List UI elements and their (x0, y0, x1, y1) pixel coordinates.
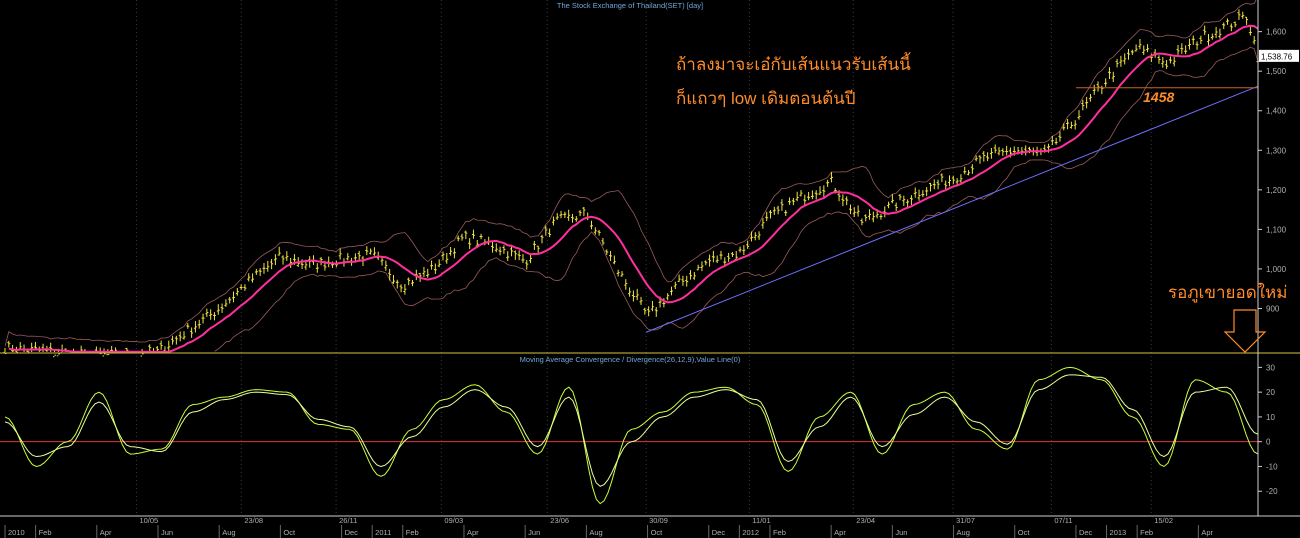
price-tick-label: 1,600 (1266, 28, 1287, 37)
x-month-label: Aug (222, 528, 235, 537)
x-month-label: Oct (651, 528, 664, 537)
x-month-label: Aug (589, 528, 602, 537)
macd-tick-label: 30 (1266, 363, 1275, 372)
x-month-label: Dec (712, 528, 726, 537)
x-month-label: Oct (1018, 528, 1031, 537)
x-month-label: 2013 (1110, 528, 1127, 537)
x-month-label: Dec (345, 528, 359, 537)
x-month-label: Feb (1140, 528, 1153, 537)
price-tick-label: 1,000 (1266, 265, 1287, 274)
macd-tick-label: -10 (1266, 462, 1278, 471)
moving-average (8, 24, 1259, 353)
price-chart-title: The Stock Exchange of Thailand(SET) [day… (557, 1, 703, 10)
x-month-label: Feb (773, 528, 786, 537)
macd-signal-line (4, 374, 1259, 487)
chart-canvas: 900 1,000 1,100 1,200 1,300 1,400 1,500 1,600 -2… (0, 0, 1300, 538)
x-marker-label: 26/11 (339, 516, 357, 525)
x-marker-label: 23/08 (244, 516, 263, 525)
price-tick-label: 1,500 (1266, 67, 1287, 76)
x-marker-label: 23/06 (550, 516, 569, 525)
x-month-label: Apr (100, 528, 112, 537)
x-month-label: Feb (406, 528, 419, 537)
axes: 900 1,000 1,100 1,200 1,300 1,400 1,500 1,600 -2… (0, 0, 1300, 538)
annotation-new-peak: รอภูเขายอดใหม่ (1168, 282, 1287, 303)
x-marker-label: 09/03 (444, 516, 463, 525)
x-month-label: Dec (1079, 528, 1093, 537)
x-marker-label: 30/09 (649, 516, 668, 525)
support-level-label: 1458 (1143, 89, 1174, 105)
x-marker-label: 07/11 (1054, 516, 1072, 525)
x-month-label: 2011 (375, 528, 391, 537)
x-month-label: Apr (834, 528, 846, 537)
support-trendline (645, 85, 1259, 333)
macd-tick-label: -20 (1266, 487, 1278, 496)
x-month-label: Aug (957, 528, 970, 537)
x-marker-label: 10/05 (139, 516, 158, 525)
annotation-line-2: ก็แถวๆ low เดิมตอนต้นปี (676, 87, 856, 108)
x-month-label: 2010 (8, 528, 25, 537)
bollinger-bands (4, 0, 1259, 352)
x-month-label: Apr (1201, 528, 1213, 537)
price-tick-label: 1,400 (1266, 107, 1287, 116)
x-marker-label: 31/07 (956, 516, 975, 525)
price-tick-label: 900 (1266, 304, 1280, 313)
last-price-label: 1,538.76 (1261, 52, 1293, 61)
x-month-label: 2012 (742, 528, 759, 537)
down-arrow-icon (1223, 309, 1267, 353)
x-month-label: Jun (161, 528, 173, 537)
price-candles (3, 9, 1260, 358)
x-marker-label: 23/04 (856, 516, 875, 525)
macd-tick-label: 10 (1266, 413, 1275, 422)
x-marker-label: 15/02 (1154, 516, 1173, 525)
x-marker-label: 11/01 (752, 516, 770, 525)
price-tick-label: 1,200 (1266, 186, 1287, 195)
price-tick-label: 1,100 (1266, 225, 1287, 234)
macd-tick-label: 0 (1266, 438, 1271, 447)
x-month-label: Apr (467, 528, 479, 537)
annotation-line-1: ถ้าลงมาจะเอ๋กับเส้นแนวรับเส้นนี้ (676, 52, 911, 74)
upper-band (4, 0, 1257, 347)
x-month-label: Feb (39, 528, 52, 537)
x-month-label: Jun (895, 528, 907, 537)
macd-chart-title: Moving Average Convergence / Divergence(… (520, 355, 741, 364)
support-lines (645, 85, 1259, 333)
macd-tick-label: 20 (1266, 388, 1275, 397)
set-chart-window: 900 1,000 1,100 1,200 1,300 1,400 1,500 1,600 -2… (0, 0, 1300, 538)
x-month-label: Oct (283, 528, 296, 537)
price-tick-label: 1,300 (1266, 146, 1287, 155)
moving-average-line (8, 24, 1259, 353)
macd-line (4, 366, 1259, 505)
macd-panel (0, 366, 1259, 505)
x-month-label: Jun (528, 528, 540, 537)
grid (135, 0, 1152, 516)
